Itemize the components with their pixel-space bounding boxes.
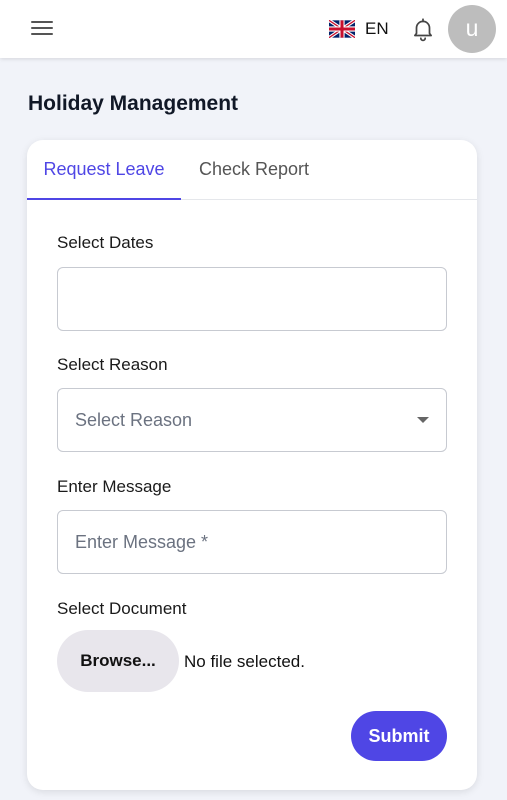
select-document-label: Select Document: [57, 599, 187, 618]
tab-check-report[interactable]: Check Report: [185, 140, 323, 200]
language-code[interactable]: EN: [365, 19, 389, 39]
page-title: Holiday Management: [28, 92, 239, 115]
select-dates-label: Select Dates: [57, 233, 154, 252]
avatar[interactable]: u: [448, 5, 496, 53]
tab-request-leave[interactable]: Request Leave: [27, 140, 181, 200]
select-reason-dropdown[interactable]: Select Reason: [57, 388, 447, 452]
enter-message-label: Enter Message: [57, 477, 172, 496]
leave-request-card: Request Leave Check Report Select Dates …: [27, 140, 477, 790]
enter-message-input[interactable]: Enter Message *: [57, 510, 447, 574]
hamburger-menu-icon[interactable]: [31, 21, 53, 37]
browse-button[interactable]: Browse...: [57, 630, 179, 692]
uk-flag-icon[interactable]: [329, 20, 355, 38]
bell-icon[interactable]: [410, 16, 436, 42]
file-status: No file selected.: [184, 652, 305, 671]
select-reason-label: Select Reason: [57, 355, 168, 374]
submit-button[interactable]: Submit: [351, 711, 447, 761]
tab-bar: Request Leave Check Report: [27, 140, 477, 200]
top-bar: EN u: [0, 0, 507, 58]
select-dates-input[interactable]: [57, 267, 447, 331]
chevron-down-icon[interactable]: [417, 417, 429, 423]
select-reason-placeholder: Select Reason: [75, 410, 193, 430]
